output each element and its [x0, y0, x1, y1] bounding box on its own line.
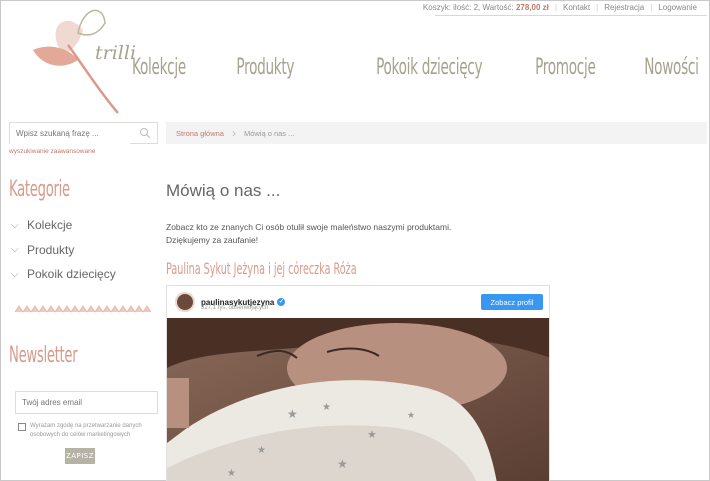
newsletter-title: Newsletter	[9, 343, 78, 368]
category-label: Pokoik dziecięcy	[27, 267, 116, 282]
search-icon[interactable]	[139, 127, 151, 139]
nav-pokoik[interactable]: Pokoik dziecięcy	[376, 55, 482, 80]
breadcrumb-home[interactable]: Strona główna	[176, 129, 224, 138]
contact-link[interactable]: Kontakt	[557, 3, 596, 12]
category-list: ⌵ Kolekcje ⌵ Produkty ⌵ Pokoik dziecięcy	[11, 213, 116, 287]
category-label: Produkty	[27, 242, 75, 257]
section-title: Paulina Sykut Jeżyna i jej córeczka Róża	[166, 259, 357, 278]
decorative-zigzag	[15, 305, 151, 313]
instagram-photo[interactable]: ★ ★ ★ ★ ★ ★ ★	[167, 318, 550, 481]
topbar-divider	[435, 15, 707, 16]
svg-text:★: ★	[322, 402, 331, 413]
advanced-search-link[interactable]: wyszukiwanie zaawansowane	[9, 148, 95, 155]
search-input[interactable]	[10, 123, 130, 144]
nav-kolekcje[interactable]: Kolekcje	[132, 55, 186, 80]
cart-text: Koszyk: ilość: 2, Wartość:	[422, 3, 514, 12]
follower-count: 327,1 tys. obserwujących	[201, 305, 269, 311]
intro-line: Zobacz kto ze znanych Ci osób otulił swo…	[166, 222, 452, 232]
consent-checkbox[interactable]	[18, 423, 26, 431]
svg-text:★: ★	[227, 468, 236, 479]
breadcrumb: Strona główna › Mówią o nas ...	[166, 122, 707, 144]
category-item[interactable]: ⌵ Pokoik dziecięcy	[11, 262, 116, 287]
svg-text:★: ★	[407, 410, 415, 420]
nav-produkty[interactable]: Produkty	[237, 55, 295, 80]
cart-summary[interactable]: Koszyk: ilość: 2, Wartość: 278,00 zł	[417, 3, 555, 12]
svg-text:★: ★	[337, 457, 348, 471]
page-title: Mówią o nas ...	[166, 181, 281, 200]
view-profile-button[interactable]: Zobacz profil	[481, 294, 543, 310]
category-item[interactable]: ⌵ Kolekcje	[11, 213, 116, 238]
instagram-embed: paulinasykutjezyna ✓ 327,1 tys. obserwuj…	[166, 285, 550, 481]
svg-text:★: ★	[287, 407, 298, 421]
consent-checkbox-row: Wyrażam zgodę na przetwarzanie danych os…	[18, 422, 158, 440]
chevron-right-icon: ›	[231, 126, 236, 140]
category-item[interactable]: ⌵ Produkty	[11, 238, 116, 263]
category-label: Kolekcje	[27, 218, 73, 233]
register-link[interactable]: Rejestracja	[598, 3, 650, 12]
intro-text: Zobacz kto ze znanych Ci osób otulił swo…	[166, 221, 451, 247]
intro-line: Dziękujemy za zaufanie!	[166, 235, 259, 245]
categories-title: Kategorie	[9, 177, 70, 202]
verified-icon: ✓	[277, 298, 286, 306]
instagram-header: paulinasykutjezyna ✓ 327,1 tys. obserwuj…	[167, 286, 549, 318]
svg-text:★: ★	[367, 429, 377, 441]
search-box	[9, 122, 158, 144]
chevron-down-icon: ⌵	[11, 219, 19, 231]
cart-price: 278,00 zł	[515, 3, 549, 12]
breadcrumb-current: Mówią o nas ...	[243, 128, 295, 138]
chevron-down-icon: ⌵	[11, 268, 19, 280]
main-nav: Kolekcje Produkty Pokoik dziecięcy Promo…	[99, 55, 700, 80]
avatar[interactable]	[175, 292, 195, 312]
top-bar: Koszyk: ilość: 2, Wartość: 278,00 zł | K…	[417, 3, 703, 12]
consent-label: Wyrażam zgodę na przetwarzanie danych os…	[30, 423, 142, 438]
newsletter-submit-button[interactable]: ZAPISZ	[65, 448, 95, 464]
nav-promocje[interactable]: Promocje	[535, 55, 596, 80]
login-link[interactable]: Logowanie	[652, 3, 703, 12]
nav-nowosci[interactable]: Nowości	[645, 55, 700, 80]
newsletter-email-field[interactable]	[15, 391, 158, 414]
chevron-down-icon: ⌵	[11, 244, 19, 256]
svg-text:★: ★	[257, 445, 266, 456]
